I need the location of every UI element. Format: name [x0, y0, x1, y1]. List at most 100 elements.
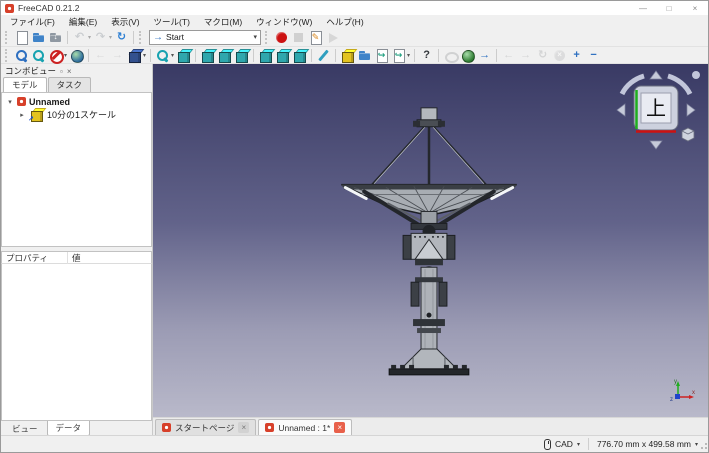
close-tab-icon[interactable]: ×	[238, 422, 250, 433]
toolbar-drag-handle[interactable]	[5, 30, 10, 44]
save-document-icon[interactable]: ↓	[47, 29, 64, 46]
arrow-right-icon	[686, 103, 696, 117]
menu-tools[interactable]: ツール(T)	[148, 15, 196, 29]
status-bar: CAD ▾ 776.70 mm x 499.58 mm ▾	[1, 435, 708, 452]
view-top-icon[interactable]	[216, 47, 233, 64]
tab-model[interactable]: モデル	[3, 77, 47, 92]
tab-label: Unnamed : 1*	[278, 422, 331, 433]
macro-stop-icon	[290, 29, 307, 46]
close-tab-icon[interactable]: ×	[334, 422, 346, 433]
view-rear-icon[interactable]	[257, 47, 274, 64]
browser-zoom-in-icon[interactable]: +	[568, 47, 585, 64]
minimize-button[interactable]: —	[630, 1, 656, 15]
chevron-down-icon: ▾	[407, 52, 411, 59]
view-axonometric-icon[interactable]	[175, 47, 192, 64]
chevron-down-icon[interactable]: ▾	[577, 441, 580, 448]
view-fit-selection-icon[interactable]	[30, 47, 47, 64]
svg-text:x: x	[692, 390, 695, 396]
toolbar-drag-handle[interactable]	[5, 48, 10, 62]
refresh-icon[interactable]: ↻	[113, 29, 130, 46]
document-tab-bar: スタートページ × Unnamed : 1* ×	[153, 417, 708, 435]
chevron-down-icon: ▾	[88, 34, 92, 41]
toolbar-drag-handle[interactable]	[265, 30, 270, 44]
float-panel-icon[interactable]: ▫	[60, 67, 63, 76]
toolbar-row-2: ▾ ← → ▾ ▾ ↪ ↪ ▾? → ← → ↻ × + −	[1, 47, 708, 64]
go-to-linked-object-icon[interactable]: ▾	[126, 47, 147, 64]
chevron-down-icon: ▾	[253, 34, 258, 41]
menu-view[interactable]: 表示(V)	[105, 15, 145, 29]
view-left-icon[interactable]	[291, 47, 308, 64]
tab-start-page[interactable]: スタートページ ×	[155, 419, 257, 435]
navigation-style-value[interactable]: CAD	[555, 439, 573, 449]
menu-help[interactable]: ヘルプ(H)	[320, 15, 369, 29]
toolbar-separator	[88, 48, 90, 62]
open-document-icon[interactable]	[30, 29, 47, 46]
model-tree: ▾ Unnamed ▸ ↗ 10分の1スケール	[1, 92, 152, 247]
measure-distance-icon[interactable]	[315, 47, 332, 64]
web-stop-load-icon	[442, 47, 460, 64]
web-home-icon[interactable]	[459, 47, 476, 64]
tab-task[interactable]: タスク	[47, 77, 92, 92]
mini-cube-icon	[681, 127, 695, 142]
whats-this-icon[interactable]: ?	[418, 47, 435, 64]
svg-text:y: y	[674, 379, 677, 385]
expander-icon[interactable]: ▾	[6, 98, 14, 106]
undo-icon: ↶ ▾	[74, 30, 92, 43]
freecad-file-icon	[162, 423, 171, 432]
menu-windows[interactable]: ウィンドウ(W)	[250, 15, 318, 29]
tree-item-document[interactable]: ▾ Unnamed	[2, 95, 151, 108]
start-workbench-icon: →	[153, 31, 164, 43]
tree-item-link[interactable]: ▸ ↗ 10分の1スケール	[2, 108, 151, 123]
freecad-file-icon	[265, 423, 275, 432]
navigation-cube[interactable]: 上	[610, 68, 702, 152]
resize-grip[interactable]	[699, 443, 707, 451]
tab-data-properties[interactable]: データ	[46, 421, 91, 436]
create-group-icon[interactable]	[356, 47, 373, 64]
make-sub-link-icon[interactable]: ↪ ▾	[390, 47, 411, 64]
workbench-selector[interactable]: → Start ▾	[149, 29, 262, 45]
view-fit-all-icon[interactable]	[13, 47, 30, 64]
menu-edit[interactable]: 編集(E)	[63, 15, 103, 29]
svg-text:z: z	[670, 397, 673, 403]
expander-icon[interactable]: ▸	[18, 111, 26, 119]
toolbar-separator	[335, 48, 337, 62]
nav-cube-top-label: 上	[646, 96, 666, 120]
chevron-down-icon[interactable]: ▾	[695, 441, 698, 448]
view-front-icon[interactable]	[199, 47, 216, 64]
toolbar-separator	[133, 30, 135, 44]
new-document-icon[interactable]	[13, 29, 30, 46]
macro-record-icon[interactable]	[273, 29, 290, 46]
tab-document-unnamed[interactable]: Unnamed : 1* ×	[258, 419, 353, 435]
3d-viewport[interactable]: 上 y x z	[153, 64, 708, 417]
zoom-icon[interactable]: ▾	[154, 47, 175, 64]
sync-view-icon[interactable]	[68, 47, 85, 64]
menu-macro[interactable]: マクロ(M)	[198, 15, 248, 29]
macro-edit-icon[interactable]: ✎	[307, 29, 324, 46]
create-part-icon[interactable]	[339, 47, 356, 64]
make-link-icon[interactable]: ↪	[373, 47, 390, 64]
draw-style-icon[interactable]: ▾	[47, 47, 68, 64]
document-icon	[17, 97, 26, 106]
close-panel-icon[interactable]: ×	[67, 67, 72, 76]
web-open-url-icon[interactable]: →	[476, 47, 493, 64]
tree-item-label: Unnamed	[29, 96, 71, 107]
view-right-icon[interactable]	[233, 47, 250, 64]
property-column-header: プロパティ	[2, 251, 68, 264]
menu-file[interactable]: ファイル(F)	[4, 15, 61, 29]
mouse-icon	[544, 438, 551, 450]
toolbar-separator	[253, 48, 255, 62]
chevron-down-icon: ▾	[109, 34, 113, 41]
freecad-window: FreeCAD 0.21.2 — □ × ファイル(F) 編集(E) 表示(V) ツー…	[0, 0, 709, 453]
file-toolbar: ↓ ↶ ▾ ↷ ▾ ↻	[13, 29, 137, 46]
view-bottom-icon[interactable]	[274, 47, 291, 64]
browser-zoom-out-icon[interactable]: −	[585, 47, 602, 64]
workbench-selector-value: Start	[166, 32, 184, 42]
browser-refresh-icon: ↻	[537, 48, 548, 61]
freecad-logo-icon	[5, 3, 14, 13]
maximize-button[interactable]: □	[656, 1, 682, 15]
toolbar-drag-handle[interactable]	[139, 30, 144, 44]
axis-indicator-icon: y x z	[670, 379, 695, 403]
nav-forward-icon: →	[112, 48, 124, 61]
arrow-left-icon	[616, 103, 626, 117]
close-button[interactable]: ×	[682, 1, 708, 15]
